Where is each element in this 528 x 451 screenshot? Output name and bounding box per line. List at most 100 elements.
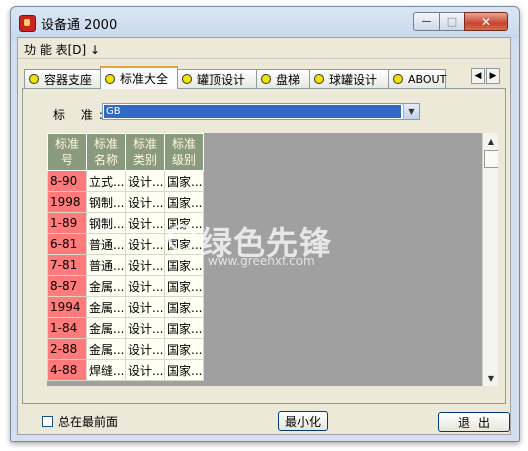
- cell-level[interactable]: 国家...: [164, 254, 204, 276]
- cell-category[interactable]: 设计...: [125, 233, 165, 255]
- cell-no[interactable]: 1-89: [47, 212, 87, 234]
- close-icon: ✕: [480, 14, 492, 29]
- tab-label: 罐顶设计: [197, 72, 246, 87]
- cell-no[interactable]: 4-88: [47, 359, 87, 381]
- cell-name[interactable]: 立式...: [86, 170, 126, 192]
- minimize-app-label: 最小化: [284, 414, 321, 429]
- cell-level[interactable]: 国家...: [164, 338, 204, 360]
- header-standard-category[interactable]: 标准 类别: [125, 133, 165, 171]
- cell-category[interactable]: 设计...: [125, 170, 165, 192]
- cell-no[interactable]: 1998: [47, 191, 87, 213]
- standard-select[interactable]: GB ▼: [102, 103, 420, 120]
- cell-category[interactable]: 设计...: [125, 296, 165, 318]
- cell-category[interactable]: 设计...: [125, 338, 165, 360]
- watermark-logo-icon: [168, 224, 196, 252]
- scroll-up-icon[interactable]: ▲: [483, 133, 498, 149]
- menu-bar: 功 能 表[D] ↓: [18, 38, 510, 59]
- tab-sphere-tank[interactable]: 球罐设计: [309, 69, 389, 88]
- tab-container-support[interactable]: 容器支座: [24, 69, 101, 88]
- table-row[interactable]: 7-81 普通... 设计... 国家...: [47, 254, 204, 276]
- table-row[interactable]: 2-88 金属... 设计... 国家...: [47, 338, 204, 360]
- header-standard-name[interactable]: 标准 名称: [86, 133, 126, 171]
- tab-scroll-right[interactable]: ▶: [486, 68, 500, 84]
- minimize-button[interactable]: —: [413, 12, 440, 31]
- title-bar[interactable]: 设备通 2000 — □ ✕: [11, 7, 519, 37]
- minimize-icon: —: [421, 16, 432, 27]
- standard-value: GB: [104, 105, 401, 118]
- table-row[interactable]: 1-84 金属... 设计... 国家...: [47, 317, 204, 339]
- table-row[interactable]: 8-90 立式... 设计... 国家...: [47, 170, 204, 192]
- cell-level[interactable]: 国家...: [164, 317, 204, 339]
- tab-label: 容器支座: [44, 72, 93, 87]
- cell-name[interactable]: 金属...: [86, 317, 126, 339]
- cell-level[interactable]: 国家...: [164, 191, 204, 213]
- exit-button[interactable]: 退出: [438, 412, 510, 432]
- cell-category[interactable]: 设计...: [125, 191, 165, 213]
- window-title: 设备通 2000: [41, 18, 118, 33]
- tab-tank-roof[interactable]: 罐顶设计: [177, 69, 257, 88]
- dropdown-arrow-icon[interactable]: ▼: [403, 104, 419, 119]
- cell-no[interactable]: 8-87: [47, 275, 87, 297]
- cell-category[interactable]: 设计...: [125, 254, 165, 276]
- cell-name[interactable]: 普通...: [86, 254, 126, 276]
- chevron-right-icon: ▶: [489, 71, 497, 81]
- tab-about[interactable]: ABOUT: [388, 69, 446, 88]
- tab-label: ABOUT: [408, 72, 447, 86]
- cell-level[interactable]: 国家...: [164, 170, 204, 192]
- tab-spiral-stair[interactable]: 盘梯: [256, 69, 310, 88]
- cell-level[interactable]: 国家...: [164, 359, 204, 381]
- cell-category[interactable]: 设计...: [125, 212, 165, 234]
- maximize-icon: □: [446, 15, 458, 28]
- cell-name[interactable]: 焊缝...: [86, 359, 126, 381]
- cell-no[interactable]: 1-84: [47, 317, 87, 339]
- table-row[interactable]: 1994 金属... 设计... 国家...: [47, 296, 204, 318]
- tab-scroll-left[interactable]: ◀: [471, 68, 485, 84]
- cell-level[interactable]: 国家...: [164, 296, 204, 318]
- standard-label: 标 准:: [53, 108, 109, 122]
- always-on-top-label[interactable]: 总在最前面: [58, 413, 118, 430]
- minimize-app-button[interactable]: 最小化: [278, 411, 328, 431]
- close-button[interactable]: ✕: [464, 12, 508, 31]
- standards-table: 标准号 标准 名称 标准 类别 标准 级别 8-90 立式... 设计... 国家... 1…: [47, 133, 204, 381]
- watermark-url: www.greenxf.com: [208, 254, 315, 268]
- scroll-thumb[interactable]: [484, 150, 498, 168]
- header-standard-level[interactable]: 标准 级别: [164, 133, 204, 171]
- cell-no[interactable]: 1994: [47, 296, 87, 318]
- cell-no[interactable]: 2-88: [47, 338, 87, 360]
- bulb-icon: [393, 74, 403, 84]
- cell-name[interactable]: 金属...: [86, 296, 126, 318]
- always-on-top-checkbox[interactable]: [42, 416, 53, 427]
- cell-name[interactable]: 金属...: [86, 338, 126, 360]
- cell-name[interactable]: 钢制...: [86, 212, 126, 234]
- cell-category[interactable]: 设计...: [125, 275, 165, 297]
- cell-name[interactable]: 金属...: [86, 275, 126, 297]
- menu-functions[interactable]: 功 能 表[D] ↓: [24, 41, 100, 58]
- tab-label: 盘梯: [276, 72, 301, 87]
- cell-no[interactable]: 7-81: [47, 254, 87, 276]
- bulb-icon: [29, 74, 39, 84]
- bulb-icon: [105, 73, 115, 84]
- cell-no[interactable]: 8-90: [47, 170, 87, 192]
- tab-standards[interactable]: 标准大全: [100, 66, 178, 89]
- cell-name[interactable]: 普通...: [86, 233, 126, 255]
- table-row[interactable]: 8-87 金属... 设计... 国家...: [47, 275, 204, 297]
- cell-category[interactable]: 设计...: [125, 317, 165, 339]
- tab-strip: 容器支座 标准大全 罐顶设计 盘梯 球罐设计 ABOUT ◀ ▶: [24, 66, 504, 89]
- table-row[interactable]: 4-88 焊缝... 设计... 国家...: [47, 359, 204, 381]
- table-header-row: 标准号 标准 名称 标准 类别 标准 级别: [47, 133, 204, 171]
- table-row[interactable]: 1998 钢制... 设计... 国家...: [47, 191, 204, 213]
- header-standard-no[interactable]: 标准号: [47, 133, 87, 171]
- cell-no[interactable]: 6-81: [47, 233, 87, 255]
- cell-category[interactable]: 设计...: [125, 359, 165, 381]
- bulb-icon: [182, 74, 192, 84]
- chevron-left-icon: ◀: [474, 71, 482, 81]
- cell-level[interactable]: 国家...: [164, 275, 204, 297]
- vertical-scrollbar[interactable]: ▲ ▼: [482, 133, 498, 386]
- bottom-bar: 总在最前面 最小化 退出: [18, 404, 510, 434]
- app-icon: [19, 15, 36, 32]
- maximize-button[interactable]: □: [439, 12, 465, 31]
- cell-name[interactable]: 钢制...: [86, 191, 126, 213]
- tab-label: 球罐设计: [329, 72, 378, 87]
- scroll-down-icon[interactable]: ▼: [483, 370, 498, 386]
- tab-label: 标准大全: [120, 72, 169, 86]
